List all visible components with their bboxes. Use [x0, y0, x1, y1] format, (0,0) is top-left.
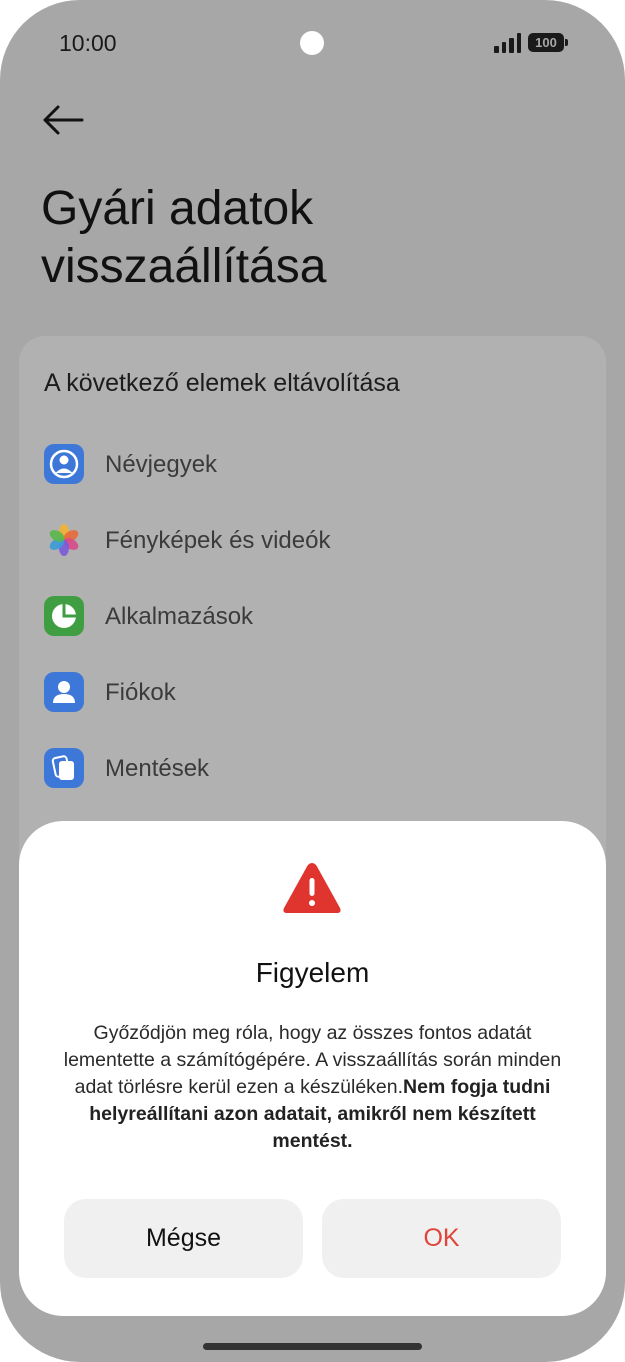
status-time: 10:00: [59, 30, 117, 56]
phone-screen: 10:00 100 Gyári adatok visszaállítása A …: [0, 0, 625, 1362]
signal-icon: [494, 32, 522, 53]
list-item-contacts: Névjegyek: [44, 444, 544, 484]
cancel-button[interactable]: Mégse: [64, 1199, 303, 1278]
dialog-message: Győződjön meg róla, hogy az összes fonto…: [59, 1020, 566, 1155]
contacts-icon: [44, 444, 84, 484]
list-item-label: Névjegyek: [105, 451, 218, 478]
card-title: A következő elemek eltávolítása: [44, 369, 400, 397]
list-item-label: Mentések: [105, 755, 210, 782]
ok-button[interactable]: OK: [322, 1199, 561, 1278]
backup-icon: [44, 748, 84, 788]
photos-icon: [44, 520, 84, 560]
list-item-label: Fényképek és videók: [105, 527, 331, 554]
home-indicator[interactable]: [203, 1343, 422, 1350]
list-item-apps: Alkalmazások: [44, 596, 544, 636]
list-item-label: Fiókok: [105, 679, 176, 706]
battery-icon: 100: [528, 33, 568, 52]
page-title: Gyári adatok visszaállítása: [41, 182, 327, 293]
back-arrow-icon[interactable]: [40, 100, 86, 140]
list-item-backup: Mentések: [44, 748, 544, 788]
accounts-icon: [44, 672, 84, 712]
list-item-label: Alkalmazások: [105, 603, 254, 630]
warning-icon: [281, 859, 343, 917]
front-camera: [300, 31, 324, 55]
apps-icon: [44, 596, 84, 636]
list-item-photos: Fényképek és videók: [44, 520, 544, 560]
list-item-accounts: Fiókok: [44, 672, 544, 712]
warning-dialog: Figyelem Győződjön meg róla, hogy az öss…: [19, 821, 606, 1316]
dialog-title: Figyelem: [255, 957, 370, 988]
removal-items-card: A következő elemek eltávolítása Névjegye…: [19, 336, 606, 896]
